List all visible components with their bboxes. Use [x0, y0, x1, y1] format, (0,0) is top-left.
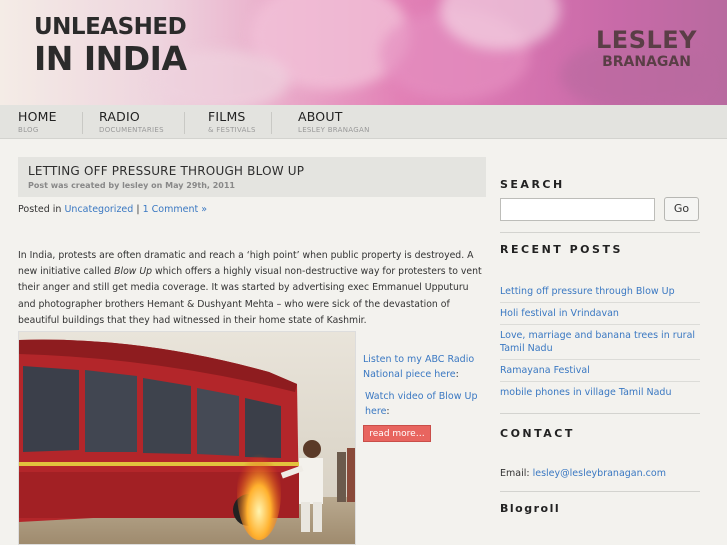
author-last-name: BRANAGAN — [602, 54, 691, 70]
listen-block: Listen to my ABC Radio National piece he… — [363, 352, 483, 382]
contact-email-label: Email: — [500, 468, 530, 479]
contact-email-link[interactable]: lesley@lesleybranagan.com — [533, 468, 666, 479]
site-title-line2: IN INDIA — [34, 39, 187, 78]
recent-post-link[interactable]: mobile phones in village Tamil Nadu — [500, 387, 671, 398]
recent-post-link[interactable]: Ramayana Festival — [500, 365, 590, 376]
list-item: Love, marriage and banana trees in rural… — [500, 325, 700, 360]
nav-divider — [271, 112, 272, 134]
nav-films-title: FILMS — [208, 109, 246, 124]
author-logo: LESLEY BRANAGAN — [596, 28, 697, 69]
nav-item-home[interactable]: HOME BLOG — [18, 109, 67, 137]
list-item: Holi festival in Vrindavan — [500, 303, 700, 325]
recent-post-link[interactable]: Holi festival in Vrindavan — [500, 308, 619, 319]
sidebar-divider — [500, 413, 700, 414]
recent-posts-list: Letting off pressure through Blow Up Hol… — [500, 281, 700, 403]
post-title[interactable]: LETTING OFF PRESSURE THROUGH BLOW UP — [28, 164, 304, 178]
list-item: Letting off pressure through Blow Up — [500, 281, 700, 303]
nav-item-films[interactable]: FILMS & FESTIVALS — [208, 109, 266, 137]
nav-home-title: HOME — [18, 109, 57, 124]
contact-info: Email: lesley@lesleybranagan.com — [500, 468, 666, 479]
posted-in-label: Posted in — [18, 204, 62, 215]
search-go-button[interactable]: Go — [664, 197, 699, 221]
author-first-name: LESLEY — [596, 26, 698, 54]
post-media-links: Listen to my ABC Radio National piece he… — [363, 352, 483, 419]
listen-suffix: : — [455, 369, 459, 380]
main-nav: HOME BLOG RADIO DOCUMENTARIES FILMS & FE… — [0, 105, 727, 139]
nav-about-subtitle: LESLEY BRANAGAN — [298, 126, 370, 134]
contact-heading: CONTACT — [500, 427, 575, 440]
nav-item-radio[interactable]: RADIO DOCUMENTARIES — [99, 109, 174, 137]
nav-divider — [184, 112, 185, 134]
nav-divider — [82, 112, 83, 134]
nav-home-subtitle: BLOG — [18, 126, 39, 134]
nav-item-about[interactable]: ABOUT LESLEY BRANAGAN — [298, 109, 380, 137]
nav-about-title: ABOUT — [298, 109, 343, 124]
nav-radio-subtitle: DOCUMENTARIES — [99, 126, 164, 134]
watch-suffix: : — [386, 406, 390, 417]
recent-post-link[interactable]: Letting off pressure through Blow Up — [500, 286, 675, 297]
site-header: UNLEASHED IN INDIA LESLEY BRANAGAN — [0, 0, 727, 105]
list-item: Ramayana Festival — [500, 360, 700, 382]
search-heading: SEARCH — [500, 178, 565, 191]
watch-video-link[interactable]: Watch video of Blow Up here — [365, 391, 477, 417]
recent-post-link[interactable]: Love, marriage and banana trees in rural… — [500, 330, 695, 354]
site-title-line1: UNLEASHED — [34, 14, 187, 40]
post-body: In India, protests are often dramatic an… — [18, 248, 486, 329]
post-categories: Posted in Uncategorized | 1 Comment » — [18, 204, 207, 215]
read-more-button[interactable]: read more… — [363, 425, 431, 442]
post-header: LETTING OFF PRESSURE THROUGH BLOW UP Pos… — [18, 157, 486, 197]
nav-radio-title: RADIO — [99, 109, 140, 124]
watch-block: Watch video of Blow Up here: — [363, 389, 483, 419]
list-item: mobile phones in village Tamil Nadu — [500, 382, 700, 403]
blogroll-heading: Blogroll — [500, 502, 561, 515]
site-logo[interactable]: UNLEASHED IN INDIA — [34, 14, 187, 78]
nav-films-subtitle: & FESTIVALS — [208, 126, 256, 134]
meta-separator: | — [136, 204, 140, 215]
search-input[interactable] — [500, 198, 655, 221]
post-meta: Post was created by lesley on May 29th, … — [28, 181, 235, 190]
bus-fire-photo — [19, 332, 355, 544]
post-photo — [18, 331, 356, 545]
recent-posts-heading: RECENT POSTS — [500, 243, 623, 256]
sidebar-divider — [500, 491, 700, 492]
sidebar-divider — [500, 232, 700, 233]
category-link[interactable]: Uncategorized — [64, 204, 133, 215]
post-body-emphasis: Blow Up — [114, 266, 153, 278]
comments-link[interactable]: 1 Comment » — [143, 204, 207, 215]
